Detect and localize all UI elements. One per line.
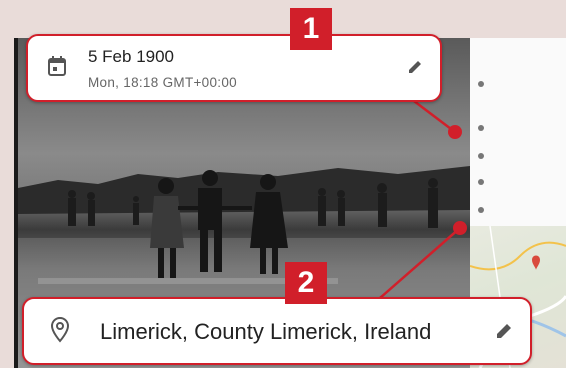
connector-dot-2 bbox=[453, 221, 467, 235]
location-card[interactable]: Limerick, County Limerick, Ireland bbox=[22, 297, 532, 365]
time-zone-value: Mon, 18:18 GMT+00:00 bbox=[88, 75, 237, 90]
connector-dot-1 bbox=[448, 125, 462, 139]
callout-badge-2: 2 bbox=[285, 262, 327, 304]
location-value: Limerick, County Limerick, Ireland bbox=[100, 319, 432, 344]
date-value: 5 Feb 1900 bbox=[88, 47, 175, 66]
calendar-icon bbox=[48, 56, 66, 81]
pencil-icon[interactable] bbox=[494, 321, 514, 346]
callout-badge-1: 1 bbox=[290, 8, 332, 50]
pencil-icon[interactable] bbox=[406, 58, 424, 81]
date-time-card[interactable]: 5 Feb 1900 Mon, 18:18 GMT+00:00 bbox=[26, 34, 442, 102]
location-pin-icon bbox=[50, 316, 70, 348]
